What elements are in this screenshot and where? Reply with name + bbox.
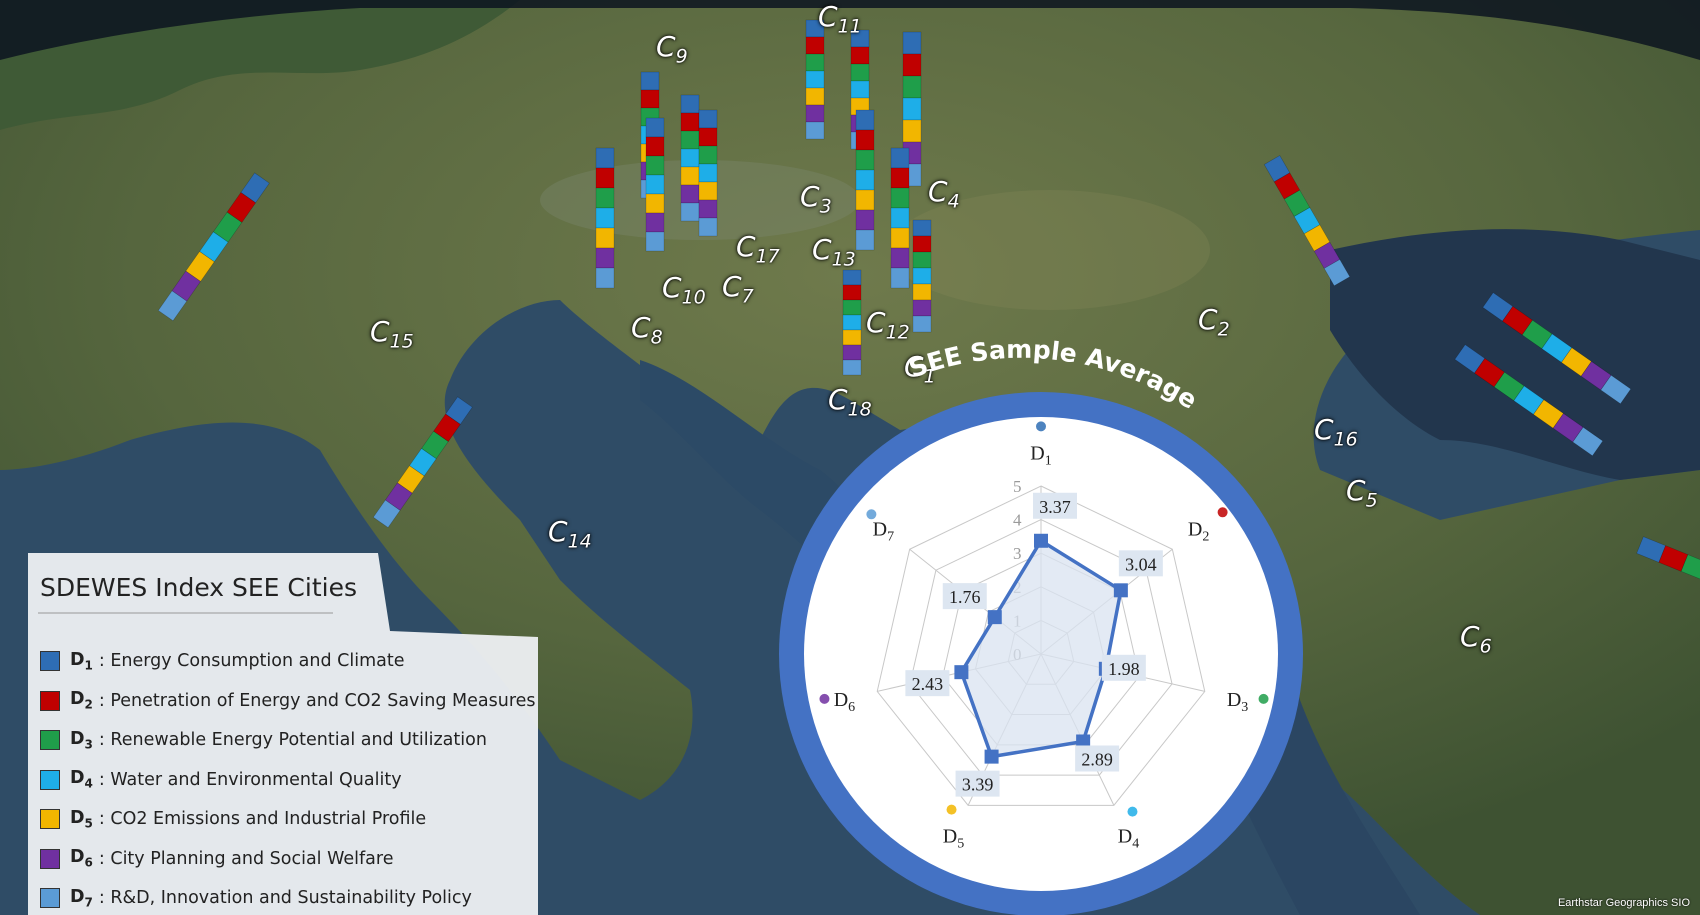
legend-item-d5: D5: CO2 Emissions and Industrial Profile (40, 806, 426, 832)
legend-code: D7 (70, 886, 93, 910)
city-label-c5: C5 (1346, 474, 1378, 512)
city-label-c10: C10 (662, 271, 706, 309)
city-label-c6: C6 (1460, 620, 1492, 658)
city-label-c1: C1 (904, 350, 936, 388)
city-column (645, 117, 665, 252)
map-credit: Earthstar Geographics SIO (1557, 897, 1690, 909)
city-column (698, 109, 718, 237)
city-column (595, 147, 615, 289)
legend-swatch (40, 769, 60, 790)
city-label-c2: C2 (1198, 303, 1230, 341)
city-label-c15: C15 (370, 315, 414, 353)
legend-title: SDEWES Index SEE Cities (40, 573, 357, 602)
legend-panel: SDEWES Index SEE Cities D1: Energy Consu… (28, 553, 538, 915)
city-label-c4: C4 (928, 175, 960, 213)
legend-item-d4: D4: Water and Environmental Quality (40, 767, 402, 793)
legend-text: : CO2 Emissions and Industrial Profile (98, 809, 427, 829)
legend-swatch (40, 730, 60, 750)
legend-code: D4 (70, 768, 93, 791)
city-column (890, 147, 910, 289)
city-column (912, 219, 932, 333)
city-label-c13: C13 (812, 233, 856, 271)
city-label-c8: C8 (631, 311, 663, 349)
city-column (842, 269, 862, 376)
legend-text: : R&D, Innovation and Sustainability Pol… (98, 888, 472, 908)
legend-code: D6 (70, 847, 93, 870)
legend-swatch (40, 690, 60, 711)
legend-swatch (40, 848, 60, 869)
city-column (805, 19, 825, 140)
legend-swatch (40, 651, 60, 671)
legend-text: : Water and Environmental Quality (98, 769, 402, 790)
legend-text: : Penetration of Energy and CO2 Saving M… (98, 690, 536, 711)
city-label-c16: C16 (1314, 413, 1358, 451)
legend-code: D3 (70, 728, 93, 752)
city-label-c7: C7 (722, 270, 754, 308)
city-column (680, 94, 700, 222)
legend-text: : Renewable Energy Potential and Utiliza… (98, 730, 487, 750)
city-label-c18: C18 (828, 383, 872, 421)
legend-swatch (40, 809, 60, 829)
city-label-c14: C14 (548, 515, 592, 553)
legend-item-d7: D7: R&D, Innovation and Sustainability P… (40, 885, 472, 911)
city-label-c9: C9 (656, 30, 688, 68)
legend-code: D2 (70, 689, 93, 712)
legend-code: D1 (70, 649, 93, 673)
legend-item-d2: D2: Penetration of Energy and CO2 Saving… (40, 688, 536, 714)
legend-text: : Energy Consumption and Climate (98, 651, 405, 671)
legend-code: D5 (70, 807, 93, 831)
legend-swatch (40, 888, 60, 908)
legend-item-d3: D3: Renewable Energy Potential and Utili… (40, 727, 487, 753)
legend-text: : City Planning and Social Welfare (98, 848, 394, 869)
city-label-c3: C3 (800, 180, 832, 218)
city-column (855, 109, 875, 251)
city-label-c11: C11 (818, 0, 862, 38)
city-label-c12: C12 (866, 306, 910, 344)
city-label-c17: C17 (736, 230, 780, 268)
legend-item-d6: D6: City Planning and Social Welfare (40, 846, 393, 872)
legend-item-d1: D1: Energy Consumption and Climate (40, 648, 404, 674)
